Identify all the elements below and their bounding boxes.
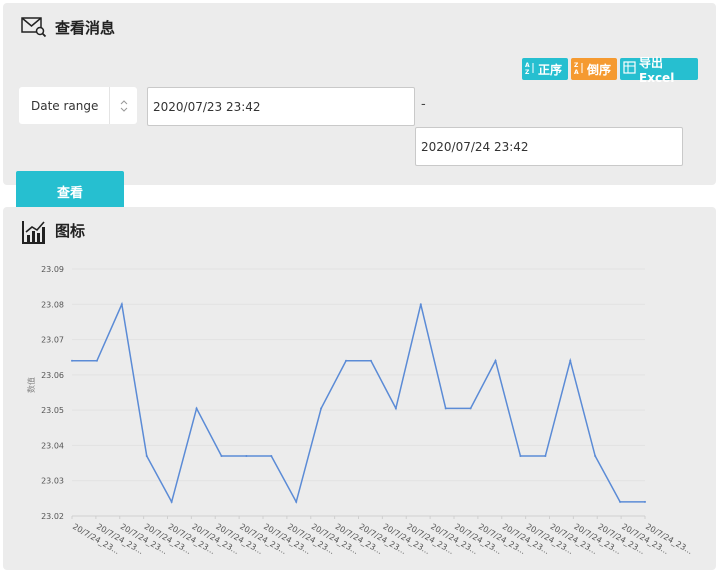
y-tick-label: 23.05 — [41, 406, 64, 415]
y-tick-label: 23.04 — [41, 441, 64, 450]
data-point — [369, 359, 372, 362]
data-point — [519, 455, 522, 458]
data-point — [245, 455, 248, 458]
data-point — [619, 500, 622, 503]
data-point — [320, 407, 323, 410]
data-point — [71, 359, 73, 362]
line-chart: 23.02 23.03 23.04 23.05 23.06 23.07 23.08 23.09… — [26, 265, 694, 556]
y-tick-label: 23.02 — [41, 512, 64, 521]
data-point — [544, 455, 547, 458]
y-tick-label: 23.08 — [41, 300, 64, 309]
data-point — [195, 407, 198, 410]
data-point — [444, 407, 447, 410]
data-point — [345, 359, 348, 362]
y-tick-label: 23.07 — [41, 336, 64, 345]
data-point — [270, 455, 273, 458]
data-point — [95, 359, 98, 362]
data-point — [170, 500, 173, 503]
y-tick-label: 23.06 — [41, 371, 64, 380]
data-point — [569, 359, 572, 362]
data-point — [469, 407, 472, 410]
series-line — [72, 301, 645, 504]
data-point — [394, 407, 397, 410]
data-point — [644, 500, 646, 503]
data-point — [419, 303, 422, 306]
data-point — [295, 500, 298, 503]
data-point — [120, 303, 123, 306]
data-point — [594, 455, 597, 458]
y-axis-title: 数值 — [26, 377, 36, 393]
data-point — [494, 359, 497, 362]
data-point — [145, 455, 148, 458]
y-tick-label: 23.03 — [41, 477, 64, 486]
data-point — [220, 455, 223, 458]
y-tick-label: 23.09 — [41, 265, 64, 274]
